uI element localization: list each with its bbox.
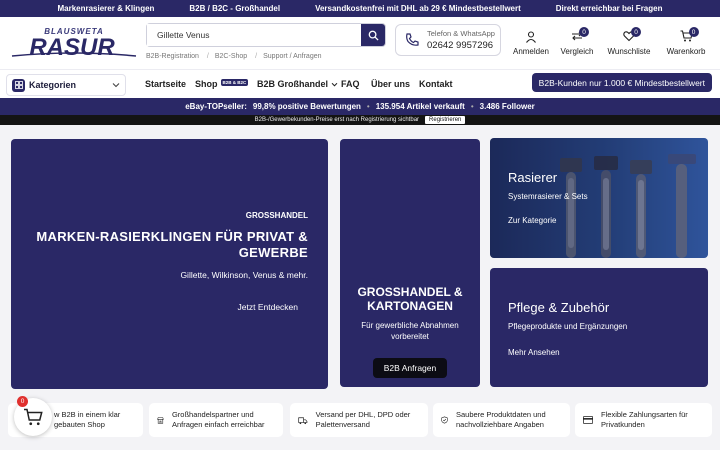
main-nav: Kategorien Startseite Shop B2B & B2C B2B…: [0, 69, 720, 98]
b2b-request-button[interactable]: B2B Anfragen: [373, 358, 447, 378]
logo-main-text: RASUR: [29, 34, 115, 61]
nav-shop-label: Shop: [195, 79, 218, 89]
ebay-rating: 99,8% positive Bewertungen: [252, 102, 361, 111]
site-logo[interactable]: BLAUSWETA RASUR: [8, 25, 140, 61]
search-input[interactable]: [147, 24, 361, 46]
nav-wholesale[interactable]: B2B Großhandel: [257, 79, 338, 89]
announcement-4: Direkt erreichbar bei Fragen: [555, 4, 663, 13]
contact-phone[interactable]: 02642 9957296: [427, 40, 495, 51]
nav-contact[interactable]: Kontakt: [419, 79, 453, 89]
search-bar: [146, 23, 386, 47]
nav-shop[interactable]: Shop B2B & B2C: [195, 78, 249, 89]
login-label: Anmelden: [512, 47, 550, 56]
hero-kicker: GROSSHANDEL: [245, 211, 308, 220]
hero-title: MARKEN-RASIERKLINGEN FÜR PRIVAT & GEWERB…: [36, 229, 308, 260]
price-notice-text: B2B-/Gewerbekunden-Preise erst nach Regi…: [254, 117, 420, 123]
care-category-card[interactable]: Pflege & Zubehör Pflegeprodukte und Ergä…: [490, 268, 708, 387]
nav-about[interactable]: Über uns: [371, 79, 410, 89]
top-announcement-bar: Markenrasierer & Klingen B2B / B2C - Gro…: [0, 0, 720, 17]
header-sublinks: B2B-Registration B2C-Shop Support / Anfr…: [146, 53, 322, 60]
feature-text: Großhandelspartner und Anfragen einfach …: [171, 410, 265, 429]
wholesale-card[interactable]: GROSSHANDEL & KARTONAGEN Für gewerbliche…: [340, 139, 480, 387]
ebay-label: eBay-TOPseller:: [185, 102, 247, 111]
user-icon: [526, 31, 536, 43]
feature-item: Versand per DHL, DPD oder Palettenversan…: [290, 403, 428, 437]
contact-label: Telefon & WhatsApp: [427, 29, 495, 38]
care-card-subtitle: Pflegeprodukte und Ergänzungen: [508, 322, 628, 331]
b2b-minimum-order-pill[interactable]: B2B-Kunden nur 1.000 € Mindestbestellwer…: [531, 73, 712, 92]
chevron-down-icon: [331, 82, 338, 86]
wishlist-count-badge: 0: [631, 27, 641, 37]
wishlist-button[interactable]: 0 Wunschliste: [606, 27, 652, 56]
feature-text: w B2B in einem klar gebauten Shop: [54, 410, 121, 429]
wholesale-title: GROSSHANDEL & KARTONAGEN: [357, 285, 463, 313]
search-button[interactable]: [361, 24, 385, 46]
feature-text: Flexible Zahlungsarten für Privatkunden: [601, 410, 688, 429]
link-support[interactable]: Support / Anfragen: [255, 53, 321, 60]
chevron-down-icon: [112, 83, 120, 88]
cart-button[interactable]: 0 Warenkorb: [664, 27, 708, 56]
categories-dropdown[interactable]: Kategorien: [6, 74, 126, 96]
feature-text: Saubere Produktdaten und nachvollziehbar…: [455, 410, 546, 429]
hero-subtitle: Gillette, Wilkinson, Venus & mehr.: [180, 270, 308, 280]
ebay-stats-bar: eBay-TOPseller: 99,8% positive Bewertung…: [0, 98, 720, 115]
compare-button[interactable]: 0 Vergleich: [558, 27, 596, 56]
compare-label: Vergleich: [560, 47, 594, 56]
shop-tag-badge: B2B & B2C: [220, 78, 249, 86]
announcement-2: B2B / B2C - Großhandel: [189, 4, 281, 13]
razor-card-subtitle: Systemrasierer & Sets: [508, 192, 588, 201]
contact-box[interactable]: Telefon & WhatsApp 02642 9957296: [395, 24, 501, 56]
search-icon: [368, 30, 379, 41]
credit-card-icon: [583, 416, 594, 424]
care-card-link[interactable]: Mehr Ansehen: [508, 348, 560, 357]
wholesale-subtitle: Für gewerbliche Abnahmen vorbereitet: [361, 321, 459, 341]
link-b2b-registration[interactable]: B2B-Registration: [146, 53, 199, 60]
floating-cart-button[interactable]: 0: [14, 396, 52, 436]
wishlist-label: Wunschliste: [607, 47, 651, 56]
price-notice-bar: B2B-/Gewerbekunden-Preise erst nach Regi…: [0, 115, 720, 125]
announcement-3: Versandkostenfrei mit DHL ab 29 € Mindes…: [315, 4, 521, 13]
feature-item: Flexible Zahlungsarten für Privatkunden: [575, 403, 712, 437]
cart-icon: [24, 408, 43, 426]
phone-icon: [406, 33, 419, 46]
cart-label: Warenkorb: [666, 47, 706, 56]
grid-icon: [12, 78, 25, 92]
feature-item: Großhandelspartner und Anfragen einfach …: [149, 403, 283, 437]
register-button[interactable]: Registrieren: [425, 116, 466, 124]
compare-count-badge: 0: [579, 27, 589, 37]
hero-banner[interactable]: GROSSHANDEL MARKEN-RASIERKLINGEN FÜR PRI…: [11, 139, 328, 389]
razor-card-title: Rasierer: [508, 170, 558, 185]
ebay-sold: 135.954 Artikel verkauft: [375, 102, 465, 111]
ebay-followers: 3.486 Follower: [479, 102, 535, 111]
site-header: BLAUSWETA RASUR B2B-Registration B2C-Sho…: [0, 17, 720, 69]
announcement-1: Markenrasierer & Klingen: [57, 4, 155, 13]
shield-check-icon: [441, 416, 448, 424]
razor-card-link[interactable]: Zur Kategorie: [508, 216, 556, 225]
nav-faq[interactable]: FAQ: [341, 79, 360, 89]
hero-cta-link[interactable]: Jetzt Entdecken: [238, 302, 298, 312]
categories-label: Kategorien: [29, 80, 77, 90]
floating-cart-count: 0: [17, 396, 28, 407]
feature-item: Saubere Produktdaten und nachvollziehbar…: [433, 403, 570, 437]
store-icon: [157, 416, 164, 424]
feature-text: Versand per DHL, DPD oder Palettenversan…: [315, 410, 411, 429]
truck-icon: [298, 416, 308, 424]
login-button[interactable]: Anmelden: [512, 27, 550, 56]
nav-wholesale-label: B2B Großhandel: [257, 79, 329, 89]
care-card-title: Pflege & Zubehör: [508, 300, 610, 315]
nav-home[interactable]: Startseite: [145, 79, 186, 89]
razor-category-card[interactable]: Rasierer Systemrasierer & Sets Zur Kateg…: [490, 138, 708, 258]
link-b2c-shop[interactable]: B2C-Shop: [207, 53, 247, 60]
cart-count-badge: 0: [688, 27, 699, 37]
